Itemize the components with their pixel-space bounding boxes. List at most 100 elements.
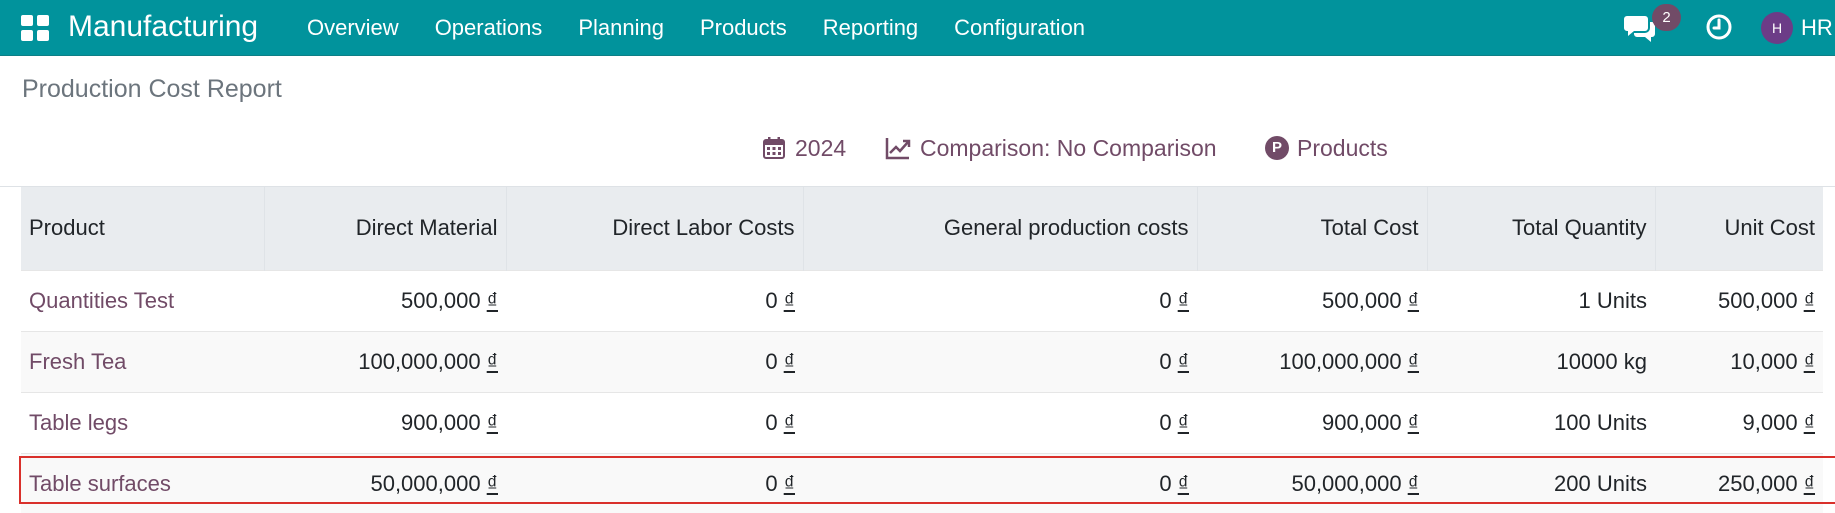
- total-quantity-cell: 200 Units: [1427, 452, 1655, 513]
- value: 900,000: [401, 409, 481, 435]
- calendar-icon: [763, 137, 785, 159]
- value: 0: [765, 409, 778, 435]
- total-cost-cell: 900,000 ₫: [1197, 391, 1427, 453]
- value: 0: [1159, 287, 1172, 313]
- top-navbar: Manufacturing Overview Operations Planni…: [0, 0, 1835, 56]
- currency-symbol: ₫: [1407, 470, 1419, 496]
- general-costs-cell: 0 ₫: [803, 330, 1197, 392]
- total-cost-cell: 500,000 ₫: [1197, 269, 1427, 331]
- currency-symbol: ₫: [783, 409, 795, 435]
- direct-material-cell: 100,000,000 ₫: [264, 330, 506, 392]
- menu-planning[interactable]: Planning: [560, 0, 682, 56]
- direct-material-cell: 50,000,000 ₫: [264, 452, 506, 513]
- menu-configuration[interactable]: Configuration: [936, 0, 1103, 56]
- total-quantity-cell: 100 Units: [1427, 391, 1655, 453]
- line-chart-icon: [885, 138, 911, 160]
- direct-material-cell: 500,000 ₫: [264, 269, 506, 331]
- total-cost-cell: 100,000,000 ₫: [1197, 330, 1427, 392]
- header-product[interactable]: Product: [21, 187, 265, 270]
- currency-symbol: ₫: [1177, 470, 1189, 496]
- product-link[interactable]: Fresh Tea: [21, 330, 264, 392]
- currency-symbol: ₫: [783, 287, 795, 313]
- page-title: Production Cost Report: [22, 75, 282, 103]
- header-unit-cost[interactable]: Unit Cost: [1655, 187, 1823, 270]
- value: 0: [765, 470, 778, 496]
- value: 500,000: [1718, 287, 1798, 313]
- unit-cost-cell: 9,000 ₫: [1655, 391, 1823, 453]
- unit-cost-cell: 10,000 ₫: [1655, 330, 1823, 392]
- menu-products[interactable]: Products: [682, 0, 805, 56]
- value: 50,000,000: [370, 470, 481, 496]
- activity-clock-icon[interactable]: [1704, 12, 1734, 42]
- products-filter-button[interactable]: P Products: [1265, 130, 1388, 166]
- header-total-cost[interactable]: Total Cost: [1197, 187, 1428, 270]
- production-cost-table: Product Direct Material Direct Labor Cos…: [21, 187, 1823, 513]
- unit-cost-cell: 250,000 ₫: [1655, 452, 1823, 513]
- value: 250,000: [1718, 470, 1798, 496]
- total-quantity-cell: 1 Units: [1427, 269, 1655, 331]
- currency-symbol: ₫: [1803, 348, 1815, 374]
- value: 50,000,000: [1291, 470, 1402, 496]
- general-costs-cell: 0 ₫: [803, 391, 1197, 453]
- user-avatar[interactable]: H: [1761, 12, 1793, 44]
- currency-symbol: ₫: [486, 470, 498, 496]
- currency-symbol: ₫: [486, 348, 498, 374]
- main-menu: Overview Operations Planning Products Re…: [290, 0, 1103, 56]
- comparison-filter-button[interactable]: Comparison: No Comparison: [885, 130, 1217, 166]
- value: 100,000,000: [358, 348, 481, 374]
- value: 9,000: [1742, 409, 1798, 435]
- apps-tile: [37, 30, 49, 41]
- currency-symbol: ₫: [1803, 287, 1815, 313]
- table-row[interactable]: Quantities Test 500,000 ₫ 0 ₫ 0 ₫ 500,00…: [21, 269, 1823, 331]
- currency-symbol: ₫: [1803, 470, 1815, 496]
- direct-material-cell: 900,000 ₫: [264, 391, 506, 453]
- value: 10,000: [1730, 348, 1798, 374]
- currency-symbol: ₫: [1803, 409, 1815, 435]
- currency-symbol: ₫: [1407, 287, 1419, 313]
- direct-labor-cell: 0 ₫: [506, 391, 803, 453]
- header-total-quantity[interactable]: Total Quantity: [1427, 187, 1656, 270]
- value: 100,000,000: [1279, 348, 1402, 374]
- value: 900,000: [1322, 409, 1402, 435]
- total-cost-cell: 50,000,000 ₫: [1197, 452, 1427, 513]
- value: 500,000: [1322, 287, 1402, 313]
- table-row[interactable]: Fresh Tea 100,000,000 ₫ 0 ₫ 0 ₫ 100,000,…: [21, 330, 1823, 392]
- header-direct-material[interactable]: Direct Material: [264, 187, 507, 270]
- currency-symbol: ₫: [1407, 409, 1419, 435]
- value: 0: [1159, 470, 1172, 496]
- apps-tile: [21, 30, 33, 41]
- product-link[interactable]: Table legs: [21, 391, 264, 453]
- currency-symbol: ₫: [1407, 348, 1419, 374]
- apps-tile: [37, 15, 49, 26]
- value: 0: [1159, 409, 1172, 435]
- product-link[interactable]: Table surfaces: [21, 452, 264, 513]
- general-costs-cell: 0 ₫: [803, 452, 1197, 513]
- header-general-costs[interactable]: General production costs: [803, 187, 1198, 270]
- general-costs-cell: 0 ₫: [803, 269, 1197, 331]
- table-header-row: Product Direct Material Direct Labor Cos…: [21, 187, 1823, 270]
- products-filter-icon: P: [1265, 136, 1289, 160]
- product-link[interactable]: Quantities Test: [21, 269, 264, 331]
- chat-counter-badge: 2: [1652, 4, 1681, 31]
- unit-cost-cell: 500,000 ₫: [1655, 269, 1823, 331]
- direct-labor-cell: 0 ₫: [506, 330, 803, 392]
- date-filter-button[interactable]: 2024: [762, 130, 846, 166]
- products-filter-label: Products: [1297, 134, 1388, 161]
- apps-menu-icon[interactable]: [21, 15, 50, 41]
- report-filters: 2024 Comparison: No Comparison P Product…: [0, 130, 1835, 166]
- value: 500,000: [401, 287, 481, 313]
- table-row[interactable]: Table legs 900,000 ₫ 0 ₫ 0 ₫ 900,000 ₫ 1…: [21, 391, 1823, 453]
- comparison-filter-label: Comparison: No Comparison: [920, 134, 1217, 161]
- table-row[interactable]: Table surfaces 50,000,000 ₫ 0 ₫ 0 ₫ 50,0…: [21, 452, 1823, 513]
- direct-labor-cell: 0 ₫: [506, 452, 803, 513]
- menu-operations[interactable]: Operations: [417, 0, 561, 56]
- user-name[interactable]: HR: [1801, 14, 1833, 42]
- apps-tile: [21, 15, 33, 26]
- value: 0: [765, 348, 778, 374]
- menu-reporting[interactable]: Reporting: [805, 0, 936, 56]
- total-quantity-cell: 10000 kg: [1427, 330, 1655, 392]
- app-brand[interactable]: Manufacturing: [68, 8, 258, 46]
- menu-overview[interactable]: Overview: [290, 0, 417, 56]
- header-direct-labor[interactable]: Direct Labor Costs: [506, 187, 804, 270]
- direct-labor-cell: 0 ₫: [506, 269, 803, 331]
